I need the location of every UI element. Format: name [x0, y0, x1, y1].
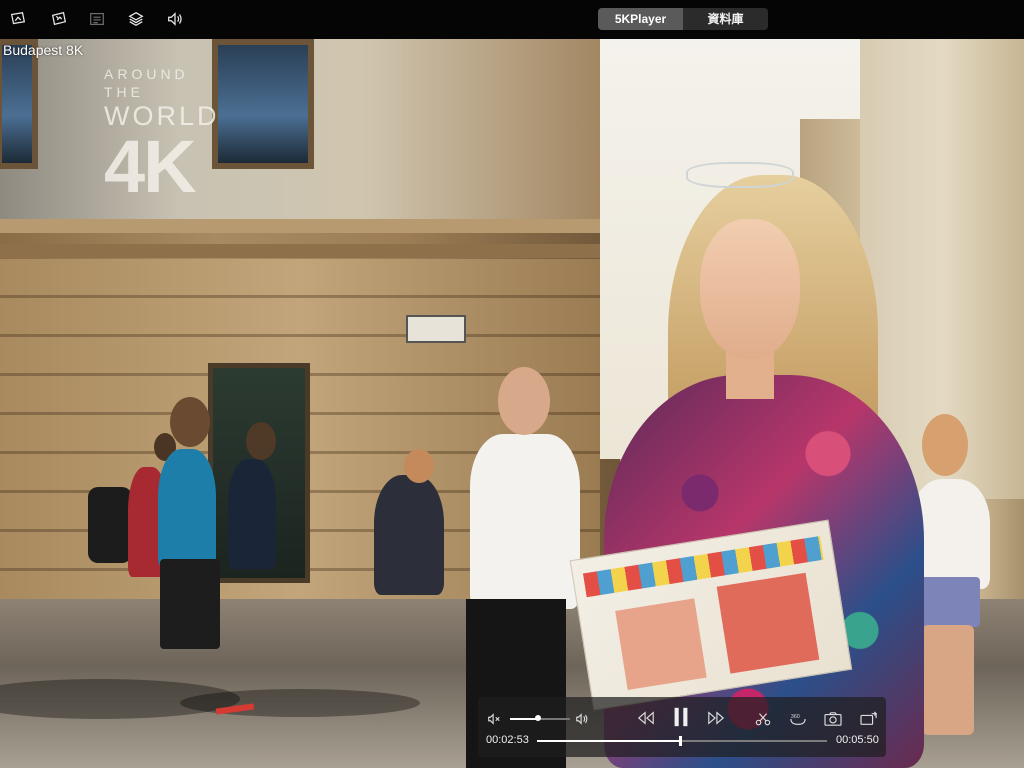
playback-controls: 360 00:02:53 00:05:50: [478, 697, 886, 757]
pause-icon[interactable]: [669, 704, 693, 730]
scene-pedestrian: [158, 449, 216, 569]
scene-pedestrian: [374, 475, 444, 595]
scene-pedestrian: [228, 459, 276, 569]
scene-backpack: [88, 487, 132, 563]
subtitles-icon[interactable]: [87, 9, 107, 29]
watermark-logo: AROUND THE WORLD 4K: [104, 65, 217, 204]
seek-bar[interactable]: [537, 736, 827, 746]
scene-woman-face: [700, 219, 800, 359]
scene-woman-white-shirt: [470, 434, 580, 609]
rotate-icon[interactable]: [858, 710, 880, 728]
fast-forward-icon[interactable]: [704, 708, 728, 728]
scene-street-sign: [406, 315, 466, 343]
airplay-screen-icon[interactable]: [49, 9, 69, 29]
tab-library[interactable]: 資料庫: [683, 8, 768, 30]
video-title: Budapest 8K: [3, 42, 84, 58]
volume-slider[interactable]: [510, 715, 570, 721]
airplay-icon[interactable]: [8, 9, 28, 29]
360-icon[interactable]: 360: [787, 710, 809, 728]
cut-icon[interactable]: [754, 710, 772, 728]
scene-window: [212, 39, 314, 169]
watermark-line1: AROUND THE: [104, 66, 189, 100]
sound-icon[interactable]: [165, 9, 185, 29]
volume-icon[interactable]: [574, 711, 590, 727]
view-switcher: 5KPlayer 資料庫: [598, 8, 768, 30]
watermark-line3: 4K: [104, 125, 197, 208]
top-toolbar: 5KPlayer 資料庫: [0, 0, 1024, 39]
svg-text:360: 360: [791, 714, 800, 720]
total-time: 00:05:50: [836, 734, 879, 746]
layers-icon[interactable]: [126, 9, 146, 29]
scene-window: [0, 39, 38, 169]
tab-5kplayer[interactable]: 5KPlayer: [598, 8, 683, 30]
snapshot-icon[interactable]: [822, 710, 844, 728]
current-time: 00:02:53: [486, 734, 529, 746]
scene-sunglasses: [686, 162, 794, 188]
mute-icon[interactable]: [486, 711, 502, 727]
rewind-icon[interactable]: [634, 708, 658, 728]
